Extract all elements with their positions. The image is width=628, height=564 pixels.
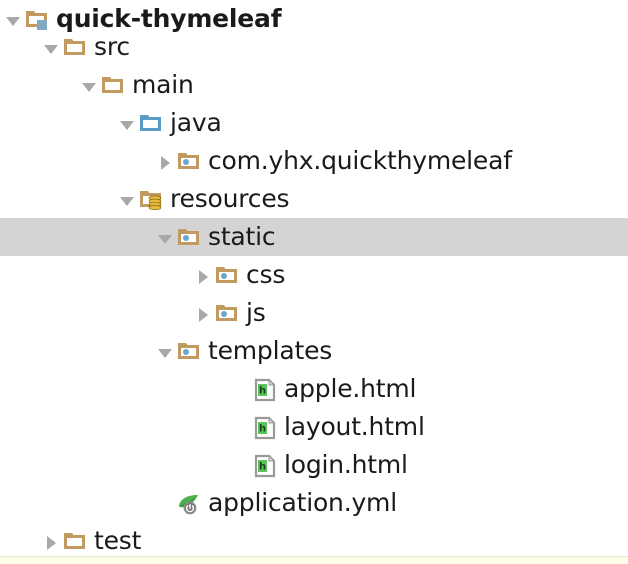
tree-row[interactable]: h layout.html (0, 408, 628, 446)
tree-row[interactable]: src (0, 28, 628, 66)
chevron-down-icon[interactable] (116, 104, 138, 142)
bottom-strip (0, 556, 628, 564)
source-root-folder-icon (138, 104, 168, 142)
chevron-down-icon[interactable] (154, 218, 176, 256)
tree-row[interactable]: application.yml (0, 484, 628, 522)
chevron-right-icon[interactable] (192, 256, 214, 294)
chevron-right-icon[interactable] (40, 522, 62, 560)
svg-text:h: h (259, 386, 266, 397)
tree-row[interactable]: java (0, 104, 628, 142)
package-folder-icon (176, 218, 206, 256)
tree-row[interactable]: h login.html (0, 446, 628, 484)
tree-row[interactable]: resources (0, 180, 628, 218)
tree-row-label: main (132, 70, 194, 99)
html-file-icon: h (252, 370, 282, 408)
tree-row-label: java (170, 108, 222, 137)
tree-row-label: css (246, 260, 286, 289)
chevron-right-icon[interactable] (154, 142, 176, 180)
chevron-down-icon[interactable] (116, 180, 138, 218)
twisty-placeholder (154, 484, 176, 522)
html-file-icon: h (252, 408, 282, 446)
folder-icon (62, 522, 92, 560)
tree-row-label: src (94, 32, 130, 61)
package-folder-icon (176, 332, 206, 370)
tree-row[interactable]: templates (0, 332, 628, 370)
tree-row-label: js (246, 298, 266, 327)
chevron-down-icon[interactable] (78, 66, 100, 104)
tree-row-label: test (94, 526, 142, 555)
tree-row[interactable]: css (0, 256, 628, 294)
tree-row[interactable]: static (0, 218, 628, 256)
tree-row-label: com.yhx.quickthymeleaf (208, 146, 512, 175)
twisty-placeholder (230, 408, 252, 446)
package-folder-icon (214, 294, 244, 332)
twisty-placeholder (230, 370, 252, 408)
tree-row[interactable]: h apple.html (0, 370, 628, 408)
tree-row[interactable]: js (0, 294, 628, 332)
tree-row-label: static (208, 222, 276, 251)
folder-icon (100, 66, 130, 104)
resources-folder-icon (138, 180, 168, 218)
chevron-down-icon[interactable] (40, 28, 62, 66)
package-folder-icon (214, 256, 244, 294)
tree-row[interactable]: test (0, 522, 628, 560)
folder-icon (62, 28, 92, 66)
tree-row[interactable]: main (0, 66, 628, 104)
twisty-placeholder (230, 446, 252, 484)
chevron-right-icon[interactable] (192, 294, 214, 332)
tree-row[interactable]: com.yhx.quickthymeleaf (0, 142, 628, 180)
package-folder-icon (176, 142, 206, 180)
tree-row-label: application.yml (208, 488, 397, 517)
svg-text:h: h (259, 462, 266, 473)
tree-row-label: layout.html (284, 412, 425, 441)
spring-config-file-icon (176, 484, 206, 522)
tree-row-label: resources (170, 184, 290, 213)
svg-text:h: h (259, 424, 266, 435)
tree-row-label: templates (208, 336, 333, 365)
tree-row-label: login.html (284, 450, 408, 479)
chevron-down-icon[interactable] (154, 332, 176, 370)
project-tree[interactable]: quick-thymeleaf src main java com.yhx.quickt… (0, 0, 628, 564)
tree-row-label: apple.html (284, 374, 417, 403)
html-file-icon: h (252, 446, 282, 484)
